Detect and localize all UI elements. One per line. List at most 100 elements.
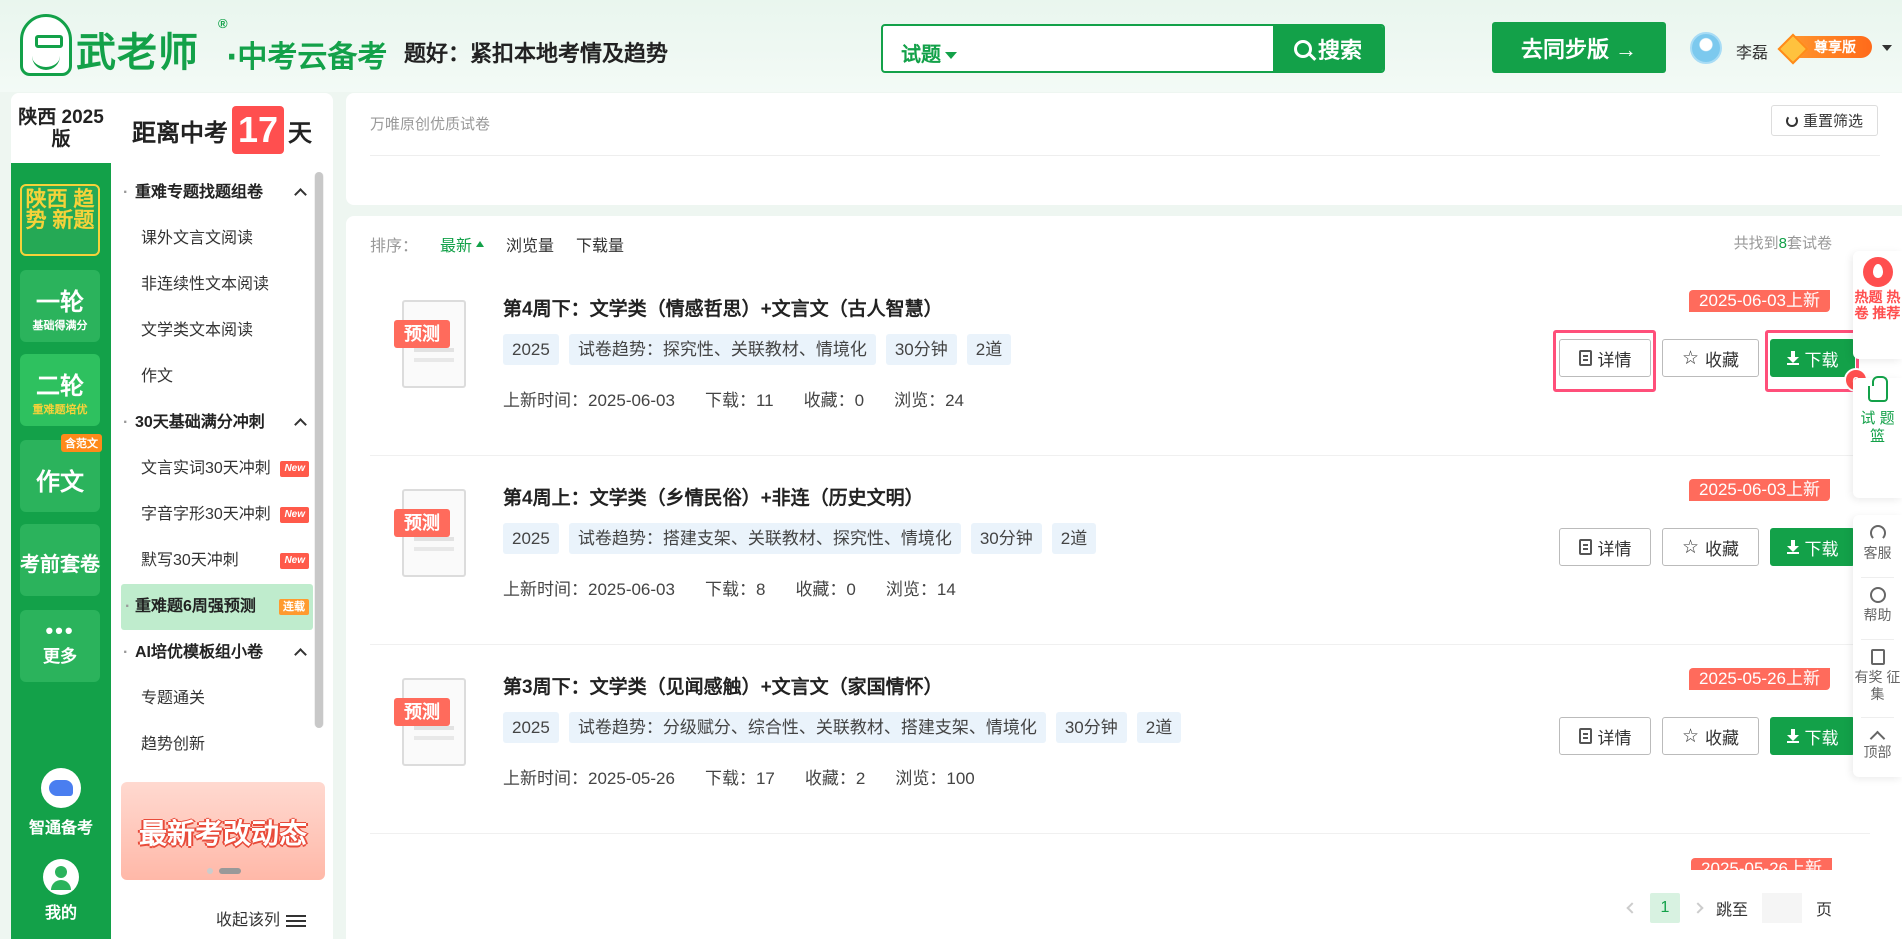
jump-page-input[interactable] [1762,893,1803,923]
document-icon [1578,350,1592,366]
download-label: 下载 [1804,728,1839,748]
top-header: 武老师 ® ·中考云备考 题好：紧扣本地考情及趋势 试题 搜索 去同步版 → 李… [0,0,1902,92]
next-page-icon[interactable] [1692,902,1704,914]
detail-label: 详情 [1597,539,1632,559]
exam-countdown: 距离中考 17 天 [132,106,312,154]
menu-item[interactable]: 字音字形30天冲刺 New [121,492,313,538]
menu-item[interactable]: 专题通关 [121,676,313,722]
download-button[interactable]: 下载 [1770,339,1855,377]
paper-thumbnail[interactable]: 预测 [394,300,470,390]
menu-item-active[interactable]: 重难题6周强预测 连载 [121,584,313,630]
menu-group-label: 重难专题找题组卷 [135,184,264,201]
menu-item[interactable]: 文学类文本阅读 [121,308,313,354]
rail-my-account[interactable]: 我的 [11,859,111,923]
search-icon [1293,39,1312,58]
search-input[interactable] [981,32,1251,66]
result-count-number: 8 [1778,235,1787,252]
prize-survey-button[interactable]: 有奖 征集 [1853,649,1902,703]
prediction-badge: 预测 [394,509,450,537]
banner-text: 最新考改动态 [139,818,308,849]
search-button-label: 搜索 [1317,37,1362,63]
rail-pre-exam-papers[interactable]: 考前套卷 [20,524,100,596]
chevron-up-icon [294,188,307,201]
menu-group-30-day-sprint[interactable]: 30天基础满分冲刺 [121,400,313,446]
sync-version-button[interactable]: 去同步版 → [1492,22,1666,73]
menu-group-hard-topics[interactable]: 重难专题找题组卷 [121,170,313,216]
sort-views[interactable]: 浏览量 [506,232,554,256]
rail-composition[interactable]: 含范文 作文 [20,434,102,512]
user-menu-caret-icon[interactable] [1882,45,1892,51]
download-icon [1786,729,1799,743]
help-button[interactable]: 帮助 [1853,587,1902,624]
more-dots-icon: ••• [45,618,75,643]
back-to-top-button[interactable]: 顶部 [1853,727,1902,761]
menu-item[interactable]: 趋势创新 [121,722,313,768]
clipboard-icon [1870,649,1885,665]
rail-trend-new[interactable]: 陕西 趋势 新题 [20,184,100,256]
menu-group-label: 30天基础满分冲刺 [135,414,265,431]
detail-button[interactable]: 详情 [1559,717,1651,755]
vip-badge[interactable]: 尊享版 [1784,36,1872,58]
meta-downloads: 下载：17 [704,769,775,788]
star-icon: ☆ [1681,536,1700,558]
submenu-scrollbar[interactable] [314,172,324,728]
user-avatar[interactable] [1690,32,1722,64]
download-button[interactable]: 下载 [1770,717,1855,755]
paper-title[interactable]: 第3周下：文学类（见闻感触）+文言文（家国情怀） [503,672,943,699]
user-icon [43,859,79,895]
prediction-badge: 预测 [394,320,450,348]
menu-item[interactable]: 课外文言文阅读 [121,216,313,262]
favorite-button[interactable]: ☆ 收藏 [1662,717,1759,755]
search-type-select[interactable]: 试题 [901,38,957,67]
prev-page-icon[interactable] [1626,902,1638,914]
download-button[interactable]: 下载 [1770,528,1855,566]
rail-more[interactable]: ••• 更多 [20,610,100,682]
main-rail: 陕西 趋势 新题 一轮 基础得满分 二轮 重难题培优 含范文 作文 考前套卷 •… [11,163,111,939]
menu-group-ai-templates[interactable]: AI培优模板组小卷 [121,630,313,676]
menu-item[interactable]: 非连续性文本阅读 [121,262,313,308]
result-count-suffix: 套试卷 [1786,235,1832,252]
meta-favorites: 收藏：2 [804,769,866,788]
sort-downloads[interactable]: 下载量 [576,232,624,256]
current-page[interactable]: 1 [1650,893,1680,923]
favorite-button[interactable]: ☆ 收藏 [1662,528,1759,566]
tag-trend: 试卷趋势：搭建支架、关联教材、探究性、情境化 [568,523,961,554]
detail-button[interactable]: 详情 [1559,528,1651,566]
latest-reform-banner[interactable]: 最新考改动态 [121,782,325,880]
menu-item[interactable]: 默写30天冲刺 New [121,538,313,584]
paper-title[interactable]: 第4周下：文学类（情感哲思）+文言文（古人智慧） [503,294,943,321]
rail-round-one[interactable]: 一轮 基础得满分 [20,270,100,342]
star-icon: ☆ [1681,725,1700,747]
rail-round-two[interactable]: 二轮 重难题培优 [20,354,100,426]
banner-carousel-dots[interactable] [207,868,247,876]
customer-service-button[interactable]: 客服 [1853,525,1902,562]
reset-filter-button[interactable]: 重置筛选 [1771,105,1878,136]
filter-tag-original[interactable]: 万唯原创优质试卷 [370,113,490,134]
paper-thumbnail[interactable]: 预测 [394,678,470,768]
user-name[interactable]: 李磊 [1736,39,1768,63]
meta-views: 浏览：24 [894,391,965,410]
favorite-button[interactable]: ☆ 收藏 [1662,339,1759,377]
paper-thumbnail[interactable]: 预测 [394,489,470,579]
paper-title[interactable]: 第4周上：文学类（乡情民俗）+非连（历史文明） [503,483,924,510]
rail-ai-prep[interactable]: 智通备考 [11,768,111,838]
menu-item[interactable]: 文言实词30天冲刺 New [121,446,313,492]
sort-latest[interactable]: 最新 [440,232,484,256]
search-button[interactable]: 搜索 [1273,26,1383,71]
pagination: 1 跳至 页 [1626,893,1832,923]
menu-item[interactable]: 作文 [121,354,313,400]
paper-tags: 2025 试卷趋势：搭建支架、关联教材、探究性、情境化 30分钟 2道 [503,523,1097,554]
tag-count: 2道 [966,334,1012,365]
hot-recommend-panel[interactable]: 热题 热卷 推荐 [1853,251,1902,359]
menu-item-label: 重难题6周强预测 [135,598,256,615]
right-toolbar: 客服 帮助 有奖 征集 顶部 [1853,515,1902,777]
region-selector[interactable]: 陕西 2025版 [11,93,111,165]
question-basket[interactable]: 试 题 篮 [1853,376,1902,498]
help-icon [1869,587,1886,603]
ai-whale-icon [41,768,81,808]
top-label: 顶部 [1863,744,1892,760]
brand-logo[interactable]: 武老师 ® ·中考云备考 [20,14,387,78]
meta-favorites: 收藏：0 [803,391,865,410]
detail-button[interactable]: 详情 [1559,339,1651,377]
collapse-column-button[interactable]: 收起该列 [216,906,307,930]
